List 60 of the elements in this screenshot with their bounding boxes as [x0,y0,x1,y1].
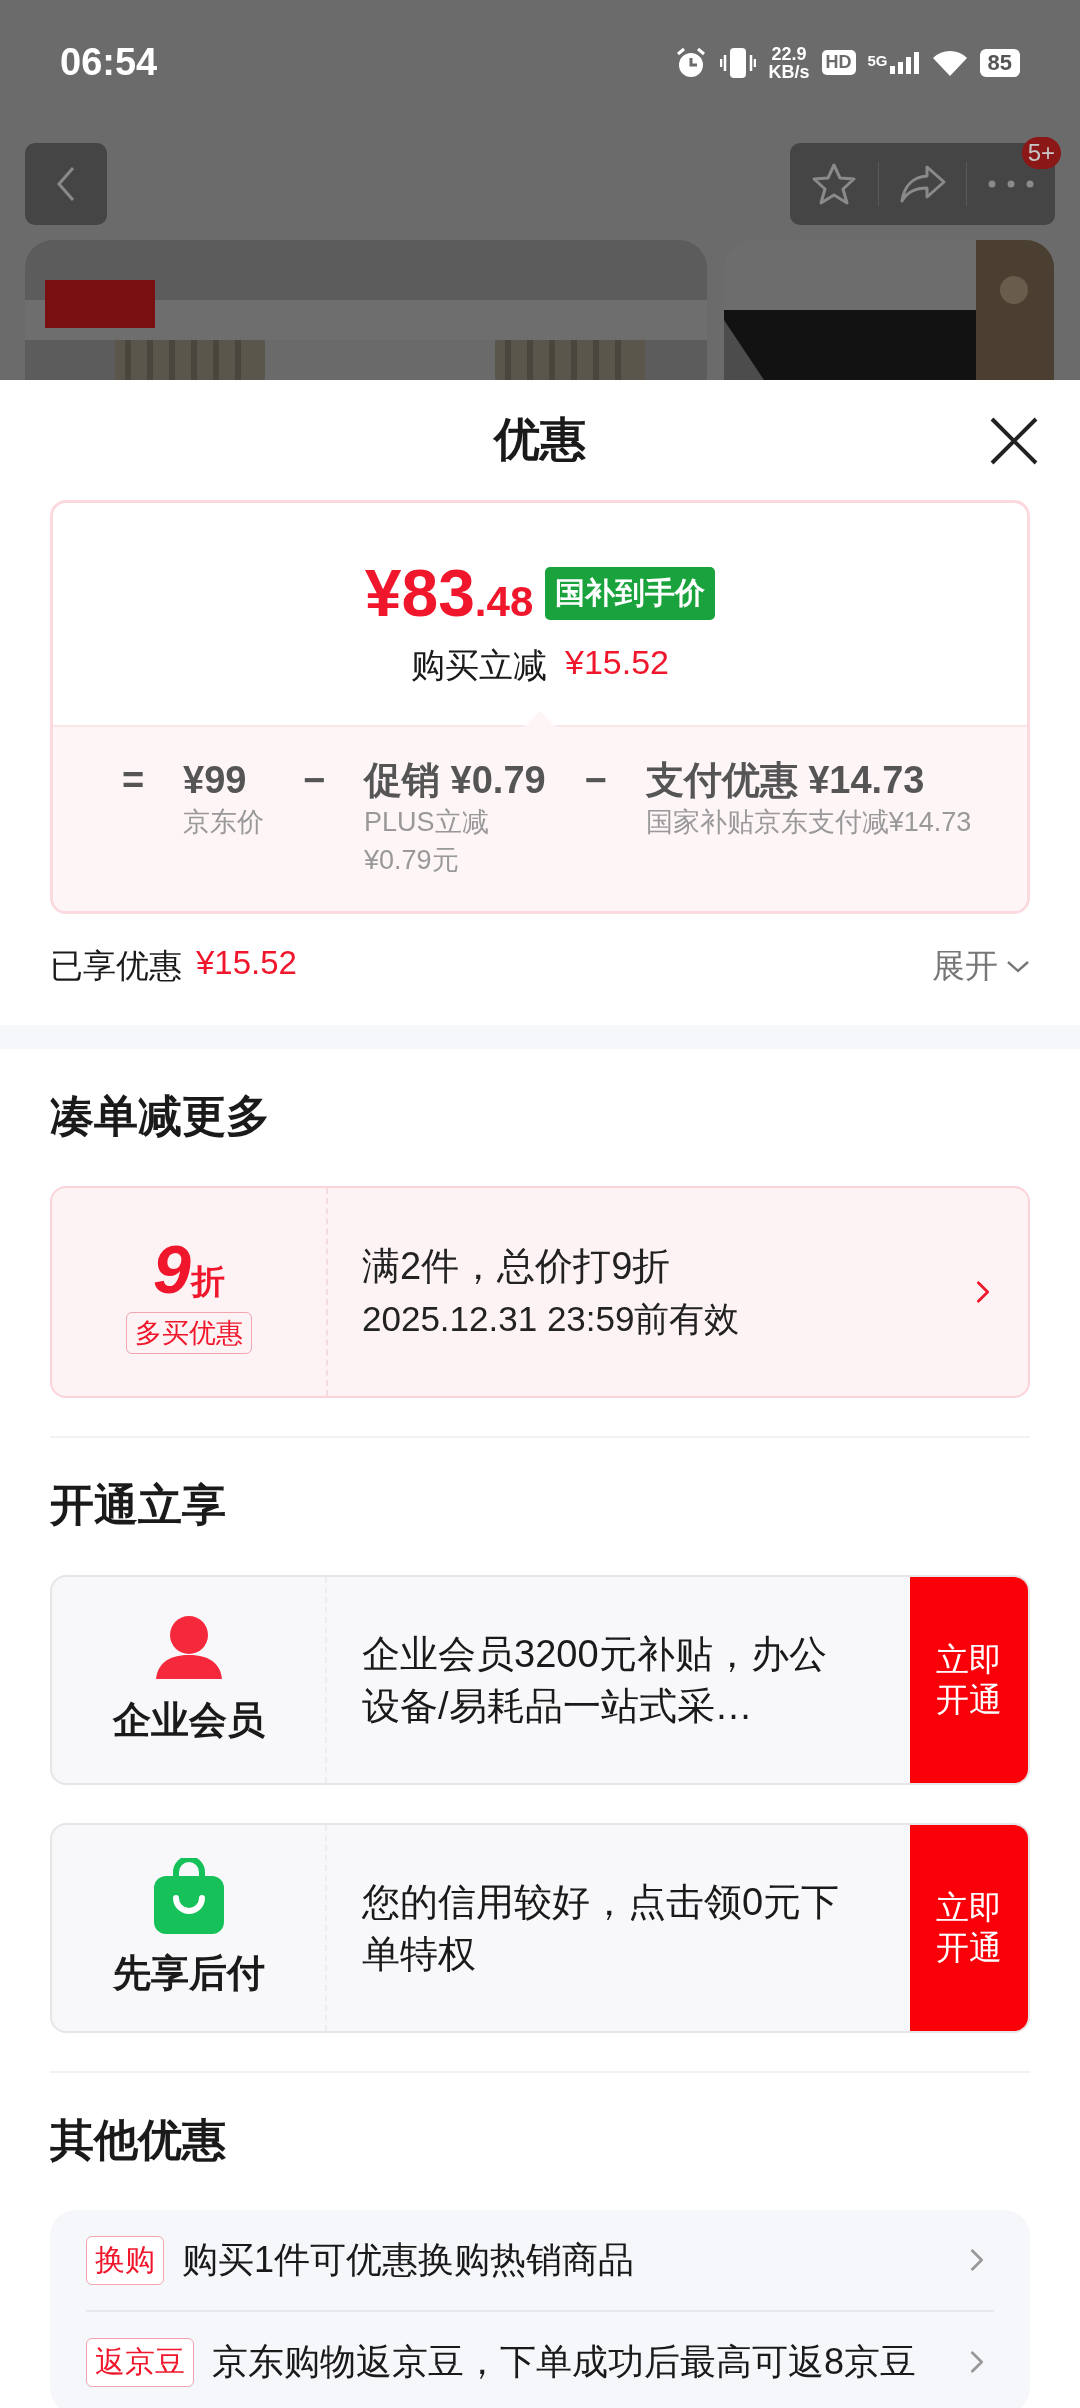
chevron-right-icon [970,2350,984,2374]
operator-sign: − [301,758,327,803]
breakdown-note: ¥0.79元 [364,844,460,877]
battery-level: 85 [979,48,1020,77]
offer-description: 您的信用较好，点击领0元下单特权 [362,1880,841,1977]
wifi-icon [931,48,968,77]
chevron-right-icon [976,1280,990,1304]
operator-sign: − [583,758,608,803]
offer-tag: 返京豆 [86,2337,194,2387]
saving-label: 购买立减 [411,645,547,686]
subsidy-tag: 国补到手价 [545,566,716,620]
offer-row[interactable]: 换购 购买1件可优惠换购热销商品 [86,2210,994,2312]
chevron-left-icon [56,166,76,202]
sheet-title: 优惠 [494,412,586,467]
signal-icon [889,51,920,74]
coupon-title: 满2件，总价打9折 [362,1244,672,1289]
back-button[interactable] [25,143,107,225]
hd-indicator: HD [821,50,856,75]
more-icon [988,180,1035,188]
network-speed: 22.9 KB/s [768,44,810,81]
total-label: 已享优惠 [50,946,182,986]
section-heading: 其他优惠 [49,2114,227,2166]
coupon-tag: 多买优惠 [126,1312,252,1354]
final-price: ¥83.48 [364,555,534,631]
clock-time: 06:54 [60,41,159,84]
breakdown-amount: ¥99 [183,758,248,803]
offer-name: 企业会员 [112,1697,265,1743]
offer-tag: 换购 [86,2235,164,2285]
coupon-validity: 2025.12.31 23:59前有效 [362,1298,741,1340]
star-icon [810,162,857,206]
offer-text: 购买1件可优惠换购热销商品 [182,2237,636,2282]
saving-amount: ¥15.52 [565,643,669,683]
notification-badge: 5+ [1021,137,1061,169]
close-button[interactable] [988,415,1040,467]
breakdown-note: 国家补贴京东支付减¥14.73 [645,806,972,839]
activate-button[interactable]: 立即开通 [910,1577,1028,1783]
share-icon [898,164,947,204]
close-icon [988,415,1040,467]
activate-button[interactable]: 立即开通 [910,1825,1028,2031]
section-heading: 凑单减更多 [49,1090,271,1142]
section-heading: 开通立享 [49,1479,227,1531]
total-amount: ¥15.52 [196,944,297,983]
vibrate-icon [720,45,757,80]
person-icon [153,1614,224,1681]
offer-row[interactable]: 返京豆 京东购物返京豆，下单成功后最高可返8京豆 [86,2312,994,2408]
breakdown-amount: 支付优惠 ¥14.73 [645,758,926,803]
offer-text: 京东购物返京豆，下单成功后最高可返8京豆 [212,2339,918,2384]
offer-description: 企业会员3200元补贴，办公设备/易耗品一站式采… [362,1632,828,1729]
shopping-bag-icon [153,1857,224,1934]
discount-value: 9折 [153,1230,225,1308]
breakdown-note: PLUS立减 [364,806,490,839]
operator-sign: = [120,758,146,803]
expand-button[interactable]: 展开 [932,944,1030,989]
breakdown-amount: 促销 ¥0.79 [364,758,546,803]
chevron-right-icon [970,2248,984,2272]
coupon-card[interactable]: 9折 多买优惠 满2件，总价打9折 2025.12.31 23:59前有效 [50,1186,1030,1398]
offer-name: 先享后付 [112,1950,265,1996]
network-type: 5G [867,51,888,69]
chevron-down-icon [1006,959,1030,974]
breakdown-note: 京东价 [183,806,264,839]
